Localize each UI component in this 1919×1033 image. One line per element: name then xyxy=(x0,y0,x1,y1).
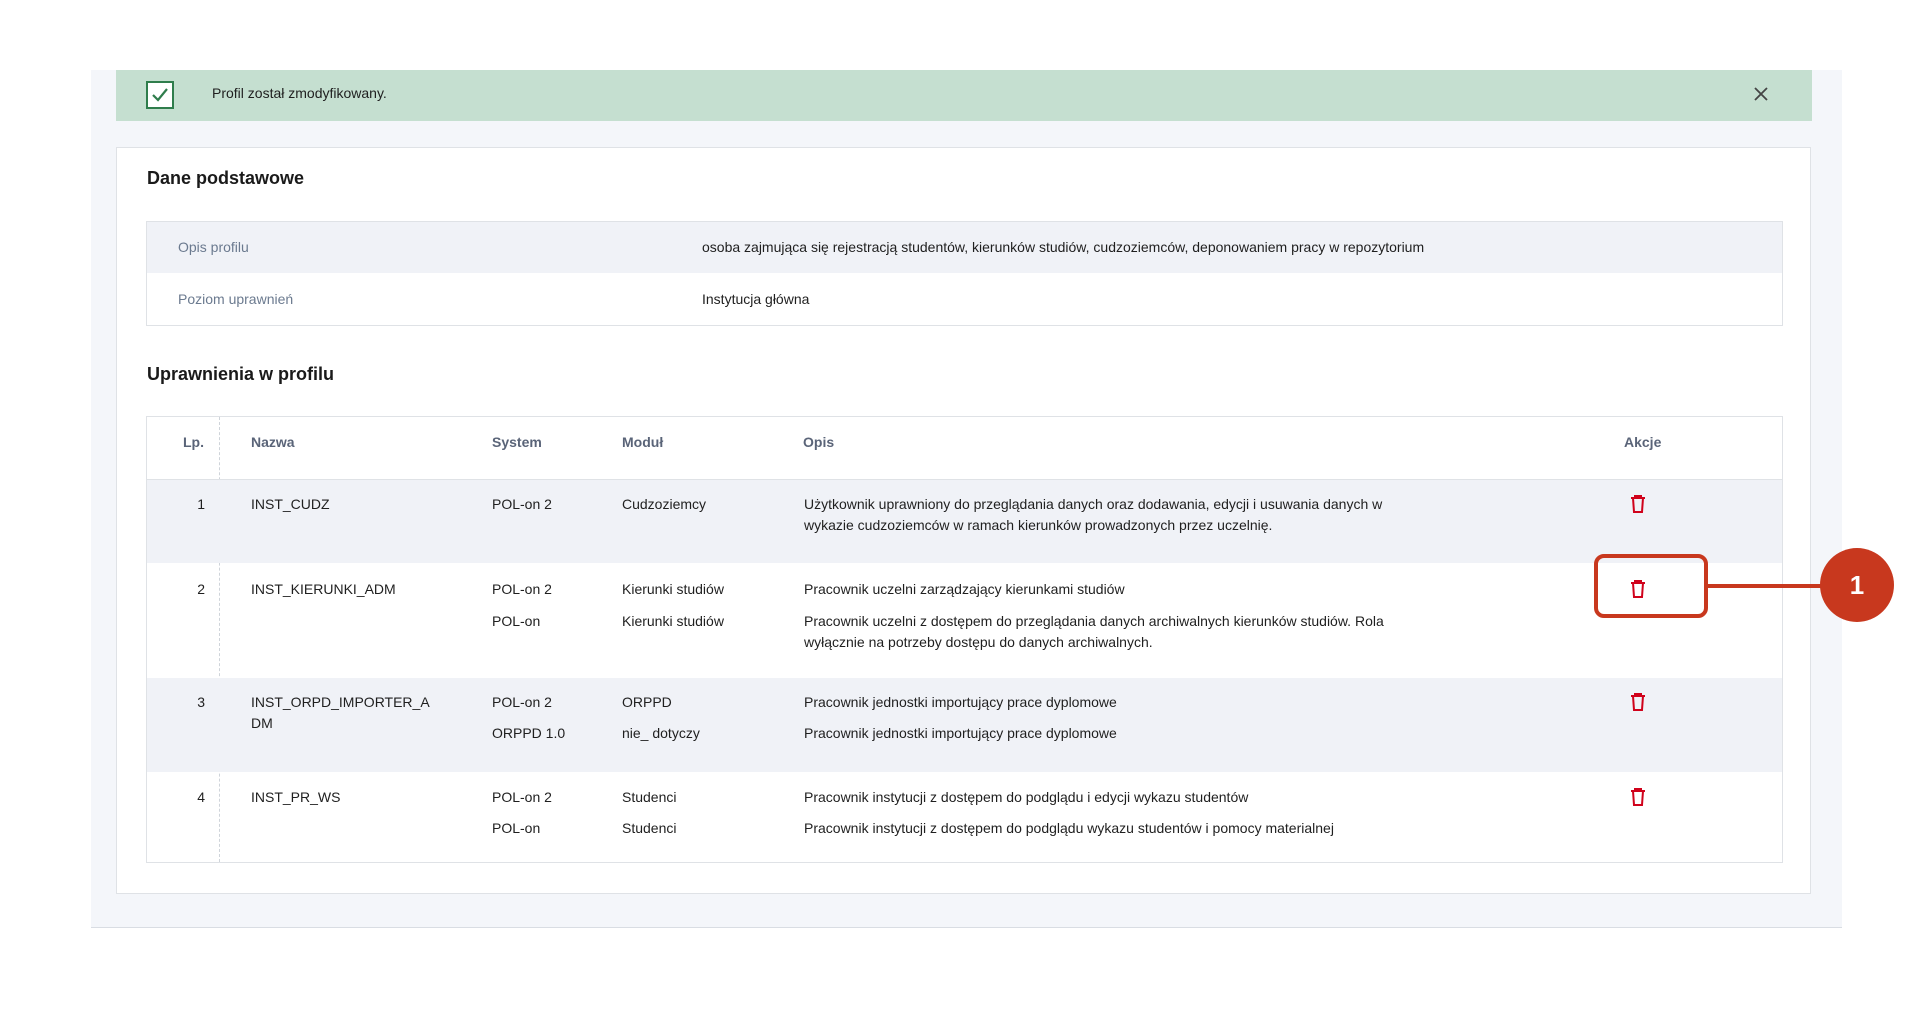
row-system: POL-on xyxy=(492,613,541,629)
header-module: Moduł xyxy=(622,434,664,450)
row-module: Kierunki studiów xyxy=(622,581,724,597)
close-icon[interactable] xyxy=(1750,83,1772,105)
header-lp: Lp. xyxy=(183,434,204,450)
row-lp: 1 xyxy=(197,496,205,512)
row-module: Studenci xyxy=(622,820,677,836)
row-desc: Pracownik instytucji z dostępem do podgl… xyxy=(804,789,1249,805)
basic-row-level: Poziom uprawnień Instytucja główna xyxy=(147,274,1782,325)
basic-data-title: Dane podstawowe xyxy=(147,168,305,188)
permissions-table: Lp. Nazwa System Moduł Opis Akcje 1 INST… xyxy=(146,416,1783,863)
row-desc: Pracownik jednostki importujący prace dy… xyxy=(804,694,1117,710)
row-module: nie_ dotyczy xyxy=(622,725,700,741)
row-desc: Pracownik uczelni z dostępem do przegląd… xyxy=(804,613,1384,650)
header-actions: Akcje xyxy=(1624,434,1662,450)
check-icon xyxy=(146,81,174,109)
row-desc: Użytkownik uprawniony do przeglądania da… xyxy=(804,496,1383,533)
row-system: POL-on 2 xyxy=(492,789,552,805)
row-name: INST_ORPD_IMPORTER_ADM xyxy=(251,694,430,731)
profile-card: Dane podstawowe Opis profilu osoba zajmu… xyxy=(116,147,1811,894)
row-system: POL-on 2 xyxy=(492,496,552,512)
row-desc: Pracownik jednostki importujący prace dy… xyxy=(804,725,1117,741)
row-name: INST_PR_WS xyxy=(251,789,341,805)
row-module: ORPPD xyxy=(622,694,672,710)
row-lp: 2 xyxy=(197,581,205,597)
success-alert: Profil został zmodyfikowany. xyxy=(116,70,1812,121)
permissions-title: Uprawnienia w profilu xyxy=(147,364,335,384)
basic-label: Poziom uprawnień xyxy=(178,291,294,307)
basic-label: Opis profilu xyxy=(178,239,249,255)
row-system: POL-on 2 xyxy=(492,694,552,710)
row-module: Cudzoziemcy xyxy=(622,496,707,512)
row-module: Studenci xyxy=(622,789,677,805)
row-desc: Pracownik uczelni zarządzający kierunkam… xyxy=(804,581,1125,597)
row-name: INST_CUDZ xyxy=(251,496,330,512)
row-module: Kierunki studiów xyxy=(622,613,724,629)
trash-icon[interactable] xyxy=(1629,787,1647,807)
basic-value: Instytucja główna xyxy=(702,291,810,307)
row-name: INST_KIERUNKI_ADM xyxy=(251,581,396,597)
alert-message: Profil został zmodyfikowany. xyxy=(212,85,387,101)
trash-icon[interactable] xyxy=(1629,494,1647,514)
row-desc: Pracownik instytucji z dostępem do podgl… xyxy=(804,820,1334,836)
table-row: 2 INST_KIERUNKI_ADM POL-on 2 Kierunki st… xyxy=(147,563,1782,678)
basic-data-table: Opis profilu osoba zajmująca się rejestr… xyxy=(146,221,1783,326)
callout-highlight xyxy=(1594,554,1708,618)
basic-row-description: Opis profilu osoba zajmująca się rejestr… xyxy=(147,222,1782,273)
callout-connector xyxy=(1708,584,1821,588)
row-system: POL-on xyxy=(492,820,541,836)
callout-badge: 1 xyxy=(1820,548,1894,622)
row-system: ORPPD 1.0 xyxy=(492,725,566,741)
basic-value: osoba zajmująca się rejestracją studentó… xyxy=(702,239,1425,255)
table-row: 1 INST_CUDZ POL-on 2 Cudzoziemcy Użytkow… xyxy=(147,480,1782,563)
table-row: 4 INST_PR_WS POL-on 2 Studenci Pracownik… xyxy=(147,772,1782,862)
row-system: POL-on 2 xyxy=(492,581,552,597)
header-system: System xyxy=(492,434,542,450)
header-name: Nazwa xyxy=(251,434,295,450)
header-desc: Opis xyxy=(803,434,835,450)
row-lp: 4 xyxy=(197,789,205,805)
row-lp: 3 xyxy=(197,694,205,710)
table-row: 3 INST_ORPD_IMPORTER_ADM POL-on 2 ORPPD … xyxy=(147,678,1782,772)
trash-icon[interactable] xyxy=(1629,692,1647,712)
